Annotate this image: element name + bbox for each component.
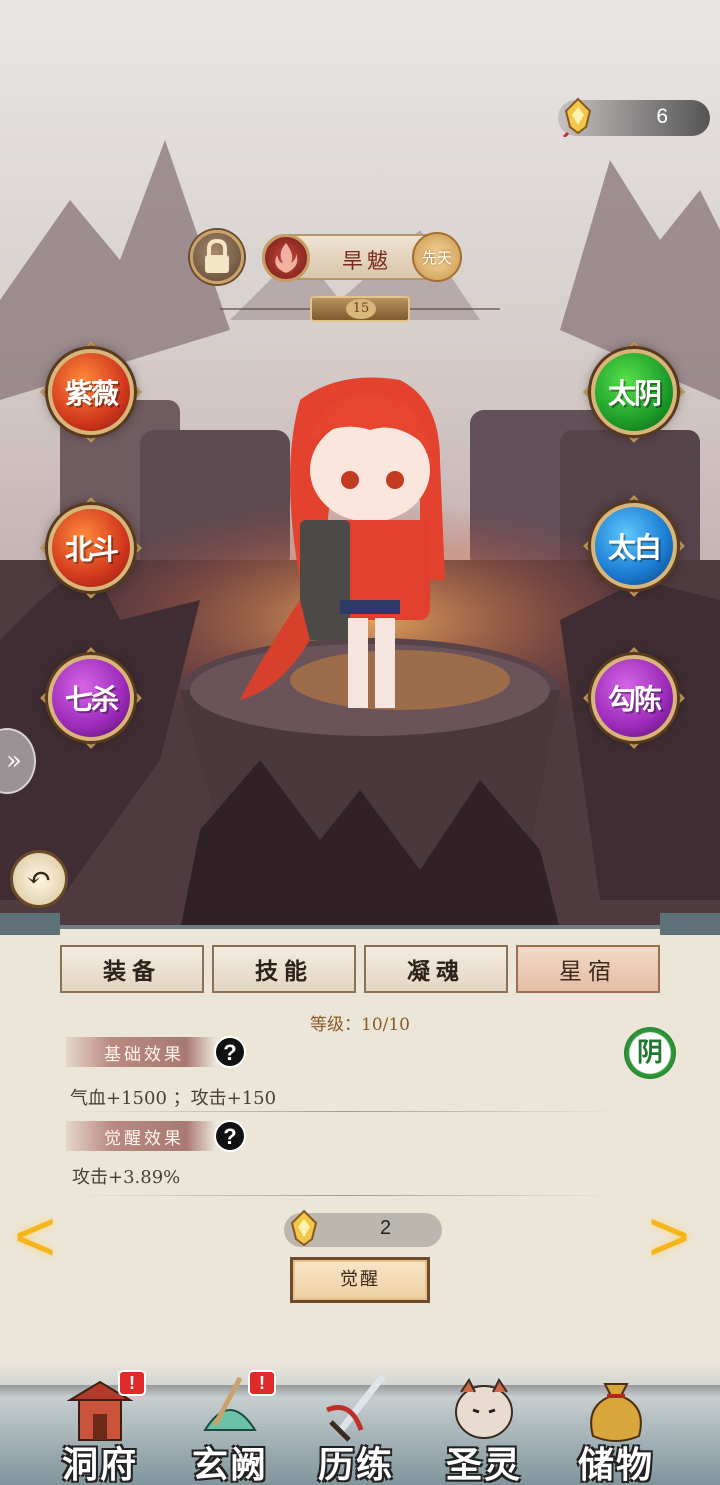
awaken-cost: 2 bbox=[284, 1209, 442, 1247]
divider-left bbox=[220, 308, 310, 310]
alert-badge: ! bbox=[248, 1370, 276, 1396]
yin-badge: 阴 bbox=[624, 1027, 676, 1079]
star-button-gouchen[interactable]: 勾陈 bbox=[574, 638, 694, 758]
return-arrow-icon: ↶ bbox=[26, 861, 52, 896]
tab-bar: 装备 技能 凝魂 星宿 bbox=[60, 945, 660, 993]
innate-badge: 先天 bbox=[412, 232, 462, 282]
character-name-plate: 旱魃 先天 bbox=[262, 232, 462, 282]
star-button-qisha[interactable]: 七杀 bbox=[31, 638, 151, 758]
nav-spirit[interactable]: 圣灵 bbox=[424, 1370, 544, 1485]
awaken-effect-header: 觉醒效果 bbox=[66, 1121, 216, 1151]
character-name: 旱魃 bbox=[342, 249, 392, 273]
star-label: 勾陈 bbox=[607, 683, 662, 716]
alert-badge: ! bbox=[118, 1370, 146, 1396]
character-level-plate: 15 bbox=[310, 296, 410, 322]
chevron-right-icon: » bbox=[6, 746, 22, 776]
prev-arrow-icon[interactable]: < bbox=[14, 1197, 74, 1277]
next-arrow-icon[interactable]: > bbox=[648, 1197, 708, 1277]
star-label: 太白 bbox=[607, 531, 662, 564]
nav-storage[interactable]: 储物 bbox=[556, 1370, 676, 1485]
star-button-taiyin[interactable]: 太阴 bbox=[574, 332, 694, 452]
star-label: 北斗 bbox=[64, 533, 119, 566]
divider bbox=[70, 1111, 620, 1112]
nav-xuanque[interactable]: ! 玄阙 bbox=[170, 1370, 290, 1485]
star-label: 紫薇 bbox=[64, 377, 119, 410]
constellation-panel: 装备 技能 凝魂 星宿 等级：10/10 基础效果 ? 阴 气血+1500 ；攻… bbox=[0, 913, 720, 1385]
tab-constellation[interactable]: 星宿 bbox=[516, 945, 660, 993]
base-effect-title: 基础效果 bbox=[104, 1045, 184, 1065]
spirit-gem-icon bbox=[562, 97, 592, 137]
awaken-button[interactable]: 觉醒 bbox=[290, 1257, 430, 1303]
cost-amount: 2 bbox=[380, 1217, 392, 1239]
star-button-taibai[interactable]: 太白 bbox=[574, 486, 694, 606]
lock-button[interactable] bbox=[190, 230, 244, 284]
lock-icon bbox=[205, 238, 229, 273]
back-button[interactable]: ↶ bbox=[10, 850, 68, 908]
base-effect-header: 基础效果 bbox=[66, 1037, 216, 1067]
landscape-background bbox=[0, 0, 720, 930]
currency-amount: 6 bbox=[656, 105, 668, 128]
nav-training[interactable]: 历练 bbox=[296, 1370, 416, 1485]
nav-label: 储物 bbox=[577, 1444, 654, 1485]
tab-equipment[interactable]: 装备 bbox=[60, 945, 204, 993]
tab-soul[interactable]: 凝魂 bbox=[364, 945, 508, 993]
nav-label: 历练 bbox=[317, 1444, 394, 1485]
awaken-effect-stats: 攻击+3.89% bbox=[72, 1167, 181, 1188]
bottom-nav: ! 洞府 ! 玄阙 历练 圣灵 储物 bbox=[0, 1360, 720, 1485]
awaken-effect-title: 觉醒效果 bbox=[104, 1129, 184, 1149]
nav-cave[interactable]: ! 洞府 bbox=[40, 1370, 160, 1485]
divider bbox=[70, 1195, 620, 1196]
base-effect-stats: 气血+1500 ；攻击+150 bbox=[70, 1088, 277, 1109]
divider-right bbox=[410, 308, 500, 310]
star-label: 七杀 bbox=[64, 683, 119, 716]
fire-element-icon bbox=[262, 234, 310, 282]
star-button-beidou[interactable]: 北斗 bbox=[31, 488, 151, 608]
awaken-effect-help-icon[interactable]: ? bbox=[214, 1120, 246, 1152]
nav-label: 洞府 bbox=[61, 1444, 138, 1485]
panel-corner-right bbox=[660, 913, 720, 935]
tab-skills[interactable]: 技能 bbox=[212, 945, 356, 993]
character-level: 15 bbox=[346, 299, 376, 319]
star-level-text: 等级：10/10 bbox=[310, 1015, 410, 1035]
star-label: 太阴 bbox=[607, 377, 662, 410]
star-button-ziwei[interactable]: 紫薇 bbox=[31, 332, 151, 452]
base-effect-help-icon[interactable]: ? bbox=[214, 1036, 246, 1068]
spirit-gem-icon bbox=[290, 1209, 318, 1247]
nav-label: 玄阙 bbox=[191, 1444, 268, 1485]
character-scene: 6 旱魃 先天 15 紫薇 北斗 七杀 太阴 太白 勾陈 » ↶ bbox=[0, 0, 720, 930]
panel-corner-left bbox=[0, 913, 60, 935]
currency-bar-top: 6 bbox=[558, 97, 710, 137]
nav-label: 圣灵 bbox=[445, 1444, 522, 1485]
